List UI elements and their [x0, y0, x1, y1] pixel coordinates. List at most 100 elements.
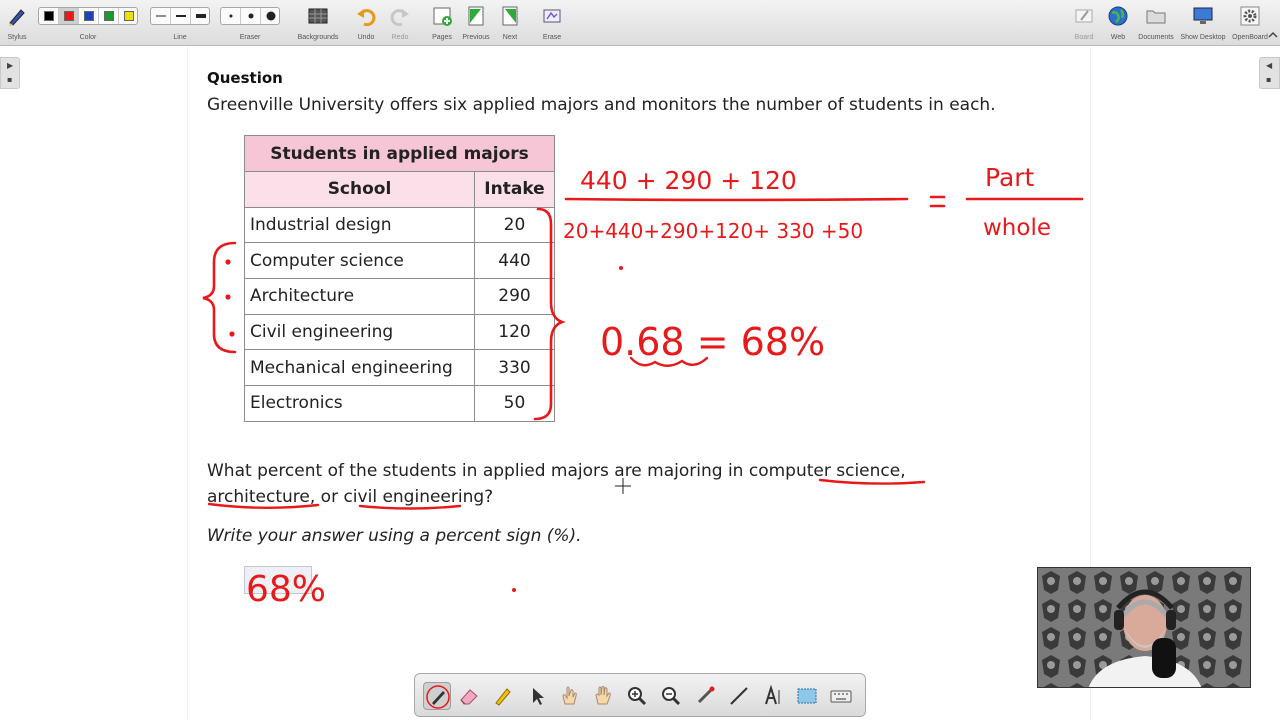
answer-input[interactable] — [244, 566, 312, 594]
zoom-in-button[interactable] — [623, 682, 651, 710]
school-cell: Computer science — [244, 242, 475, 280]
table-row: Civil engineering 120 — [244, 313, 555, 351]
keyboard-icon — [830, 690, 852, 703]
prompt-line-1: What percent of the students in applied … — [207, 461, 906, 481]
zoom-out-button[interactable] — [657, 682, 685, 710]
next-button[interactable]: Next — [495, 0, 525, 46]
webcam-video — [1038, 568, 1250, 687]
color-swatch-yellow[interactable] — [124, 11, 134, 21]
table-row: Computer science 440 — [244, 242, 555, 280]
question-prompt: What percent of the students in applied … — [207, 458, 906, 510]
handle-grip-icon-right: ▪ — [1266, 75, 1272, 84]
erase-label: Erase — [542, 34, 562, 41]
column-header-intake: Intake — [474, 171, 555, 208]
undo-label: Undo — [357, 34, 375, 41]
handle-grip-icon: ▪ — [7, 75, 13, 84]
color-selector[interactable] — [38, 7, 138, 25]
selector-tool-button[interactable] — [523, 682, 551, 710]
color-swatch-blue[interactable] — [84, 11, 94, 21]
backgrounds-button[interactable]: Backgrounds — [293, 0, 343, 46]
pages-label: Pages — [432, 34, 452, 41]
stylus-label: Stylus — [7, 34, 27, 41]
color-swatch-red[interactable] — [64, 11, 74, 21]
text-tool-button[interactable] — [759, 682, 787, 710]
table-row: Architecture 290 — [244, 278, 555, 315]
redo-button[interactable]: Redo — [385, 0, 415, 46]
line-tool-button[interactable] — [725, 682, 753, 710]
keyboard-button[interactable] — [827, 682, 855, 710]
eraser-tool-button[interactable] — [455, 682, 483, 710]
backgrounds-label: Backgrounds — [297, 34, 339, 41]
next-icon — [502, 6, 518, 26]
table-caption: Students in applied majors — [244, 135, 555, 172]
marker-tool-button[interactable] — [489, 682, 517, 710]
board-button[interactable]: Board — [1070, 0, 1098, 46]
zoom-in-icon — [628, 687, 647, 706]
backgrounds-icon — [308, 8, 328, 24]
capture-icon — [797, 688, 817, 704]
intake-cell: 120 — [474, 313, 555, 351]
expand-right-icon: ▶ — [7, 61, 14, 70]
school-cell: Electronics — [244, 385, 475, 422]
school-cell: Industrial design — [244, 206, 475, 244]
crosshair-cursor-icon — [615, 478, 631, 494]
left-palette-handle[interactable]: ▶ ▪ — [0, 57, 20, 89]
color-swatch-green[interactable] — [104, 11, 114, 21]
undo-icon — [357, 9, 376, 27]
laser-pointer-icon — [697, 686, 715, 704]
board-icon — [1075, 9, 1093, 23]
pages-icon — [433, 7, 452, 26]
line-width-icon — [156, 14, 206, 18]
intake-cell: 440 — [474, 242, 555, 280]
table-row: Industrial design 20 — [244, 206, 555, 244]
color-swatch-black[interactable] — [44, 11, 54, 21]
laser-pointer-button[interactable] — [691, 682, 719, 710]
intake-cell: 50 — [474, 385, 555, 422]
documents-button[interactable]: Documents — [1135, 0, 1177, 46]
undo-button[interactable]: Undo — [351, 0, 381, 46]
openboard-window: Stylus Color Line Eraser Backgrounds Und… — [0, 0, 1280, 720]
school-cell: Architecture — [244, 278, 475, 315]
openboard-gear-icon — [1240, 6, 1260, 26]
erase-icon — [543, 9, 561, 23]
column-header-school: School — [244, 171, 475, 208]
text-tool-icon — [765, 684, 780, 705]
collapse-toolbar-icon[interactable] — [1268, 30, 1278, 40]
openboard-button[interactable]: OpenBoard — [1229, 0, 1271, 46]
pen-icon — [426, 685, 450, 709]
right-palette-handle[interactable]: ◀ ▪ — [1259, 57, 1280, 89]
board-label: Board — [1074, 34, 1094, 41]
majors-table: Students in applied majors School Intake… — [244, 135, 555, 422]
web-button[interactable]: Web — [1104, 0, 1132, 46]
table-row: Mechanical engineering 330 — [244, 349, 555, 387]
question-heading: Question — [207, 69, 283, 87]
eraser-size-selector[interactable] — [220, 7, 280, 25]
web-label: Web — [1110, 34, 1126, 41]
answer-instruction: Write your answer using a percent sign (… — [207, 526, 582, 546]
eraser-size-icon — [229, 11, 276, 21]
stylus-palette — [414, 673, 866, 717]
interact-tool-button[interactable] — [555, 682, 583, 710]
top-toolbar: Stylus Color Line Eraser Backgrounds Und… — [0, 0, 1280, 46]
line-width-selector[interactable] — [150, 7, 210, 25]
show-desktop-button[interactable]: Show Desktop — [1178, 0, 1228, 46]
line-tool-icon — [730, 687, 748, 705]
capture-tool-button[interactable] — [793, 682, 821, 710]
interact-hand-icon — [562, 686, 577, 705]
hand-tool-button[interactable] — [589, 682, 617, 710]
show-desktop-icon — [1193, 7, 1213, 24]
pen-tool-button[interactable] — [423, 682, 451, 710]
next-label: Next — [502, 34, 518, 41]
stylus-button[interactable]: Stylus — [2, 0, 32, 46]
hand-pan-icon — [595, 686, 611, 705]
web-globe-icon — [1108, 6, 1128, 26]
previous-button[interactable]: Previous — [460, 0, 492, 46]
previous-icon — [468, 6, 484, 26]
redo-label: Redo — [391, 34, 409, 41]
selector-icon — [533, 688, 544, 705]
documents-label: Documents — [1138, 34, 1174, 41]
pages-button[interactable]: Pages — [427, 0, 457, 46]
previous-label: Previous — [462, 34, 490, 41]
erase-button[interactable]: Erase — [537, 0, 567, 46]
color-label: Color — [79, 34, 97, 41]
